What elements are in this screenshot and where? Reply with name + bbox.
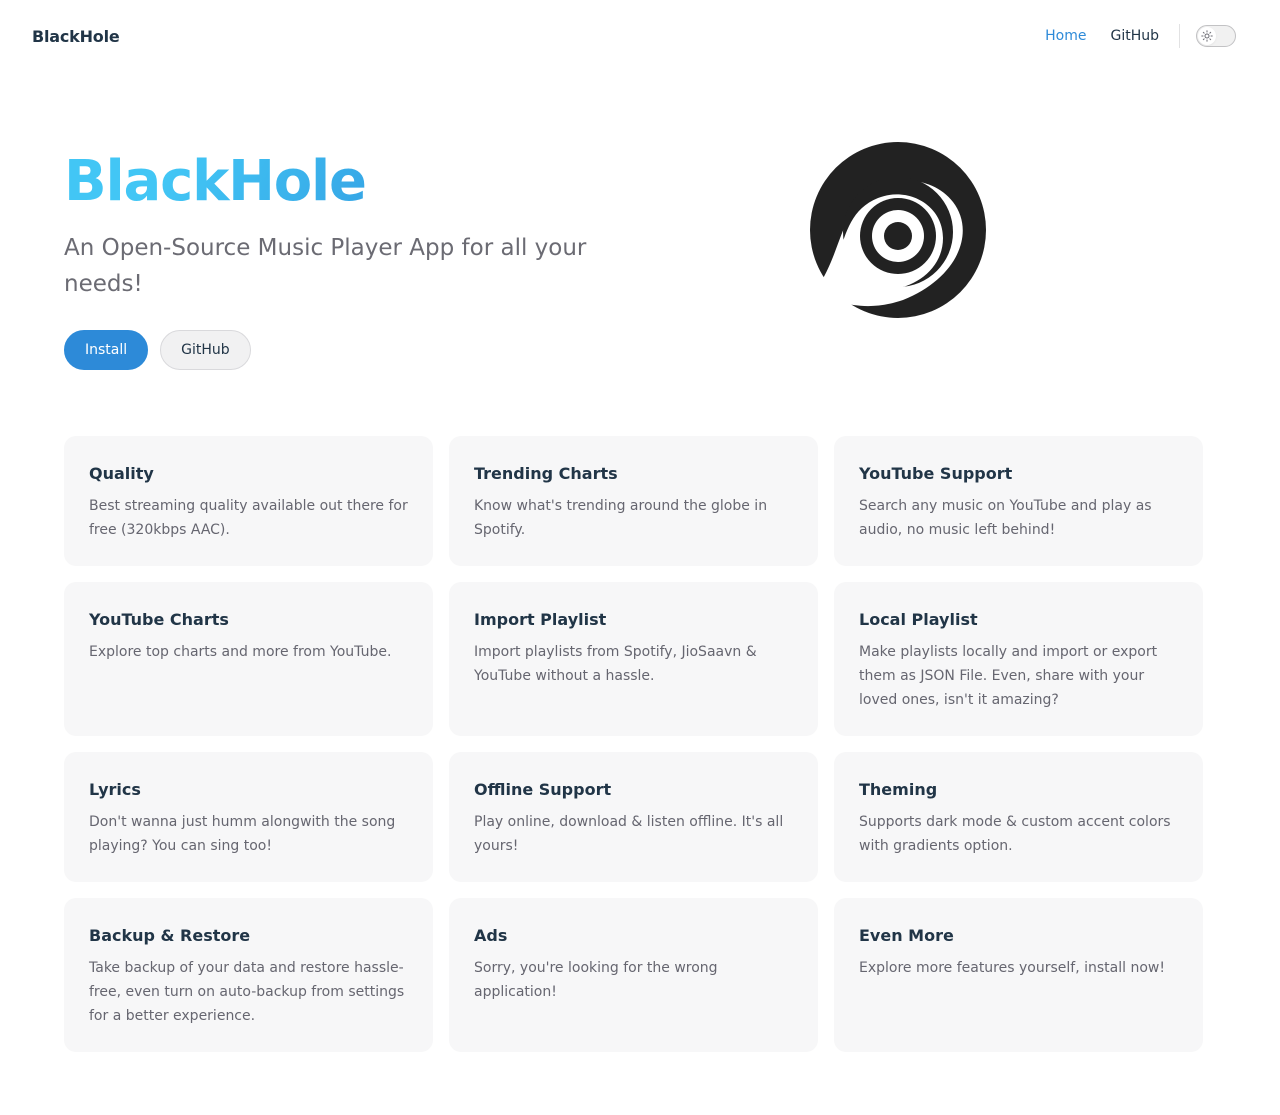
feature-title: Offline Support: [474, 780, 612, 799]
feature-description: Know what's trending around the globe in…: [474, 498, 768, 538]
feature-description: Search any music on YouTube and play as …: [859, 498, 1152, 538]
feature-title: Import Playlist: [474, 610, 607, 629]
toggle-knob: [1198, 27, 1216, 45]
nav-right: Home GitHub: [1021, 24, 1236, 48]
feature-card: Quality Best streaming quality available…: [64, 436, 433, 566]
feature-card: YouTube Charts Explore top charts and mo…: [64, 582, 433, 736]
github-button[interactable]: GitHub: [160, 330, 251, 370]
feature-title: YouTube Charts: [89, 610, 229, 629]
feature-description: Best streaming quality available out the…: [89, 498, 408, 538]
blackhole-logo-icon: [808, 140, 988, 320]
feature-title: Backup & Restore: [89, 926, 251, 945]
feature-card: Trending Charts Know what's trending aro…: [449, 436, 818, 566]
feature-title: Local Playlist: [859, 610, 978, 629]
feature-card: Lyrics Don't wanna just humm alongwith t…: [64, 752, 433, 882]
feature-description: Explore top charts and more from YouTube…: [89, 644, 392, 660]
feature-title: Even More: [859, 926, 954, 945]
sun-icon: [1201, 30, 1213, 42]
feature-card: Import Playlist Import playlists from Sp…: [449, 582, 818, 736]
feature-card: Local Playlist Make playlists locally an…: [834, 582, 1203, 736]
feature-description: Explore more features yourself, install …: [859, 960, 1165, 976]
hero-title: BlackHole: [64, 140, 624, 218]
nav-divider: [1179, 24, 1180, 48]
install-button[interactable]: Install: [64, 330, 149, 370]
hero-actions: Install GitHub: [64, 330, 624, 370]
features-grid: Quality Best streaming quality available…: [64, 436, 1204, 1052]
theme-toggle-switch[interactable]: [1196, 25, 1236, 47]
feature-description: Sorry, you're looking for the wrong appl…: [474, 960, 718, 1000]
feature-card: Theming Supports dark mode & custom acce…: [834, 752, 1203, 882]
feature-description: Make playlists locally and import or exp…: [859, 644, 1158, 708]
feature-title: Ads: [474, 926, 508, 945]
hero-tagline: An Open-Source Music Player App for all …: [64, 235, 587, 297]
feature-card: Even More Explore more features yourself…: [834, 898, 1203, 1052]
feature-description: Take backup of your data and restore has…: [89, 960, 405, 1024]
feature-card: YouTube Support Search any music on YouT…: [834, 436, 1203, 566]
feature-description: Play online, download & listen offline. …: [474, 814, 784, 854]
feature-card: Offline Support Play online, download & …: [449, 752, 818, 882]
feature-description: Supports dark mode & custom accent color…: [859, 814, 1171, 854]
feature-card: Ads Sorry, you're looking for the wrong …: [449, 898, 818, 1052]
feature-title: Theming: [859, 780, 938, 799]
feature-title: Quality: [89, 464, 154, 483]
feature-description: Import playlists from Spotify, JioSaavn …: [474, 644, 757, 684]
nav-link-github[interactable]: GitHub: [1110, 28, 1159, 44]
top-navbar: BlackHole Home GitHub: [0, 0, 1280, 72]
hero-section: BlackHole An Open-Source Music Player Ap…: [64, 140, 624, 370]
feature-description: Don't wanna just humm alongwith the song…: [89, 814, 396, 854]
site-title[interactable]: BlackHole: [32, 27, 120, 46]
feature-title: Lyrics: [89, 780, 141, 799]
feature-title: YouTube Support: [859, 464, 1013, 483]
feature-title: Trending Charts: [474, 464, 618, 483]
feature-card: Backup & Restore Take backup of your dat…: [64, 898, 433, 1052]
nav-link-home[interactable]: Home: [1045, 28, 1086, 44]
